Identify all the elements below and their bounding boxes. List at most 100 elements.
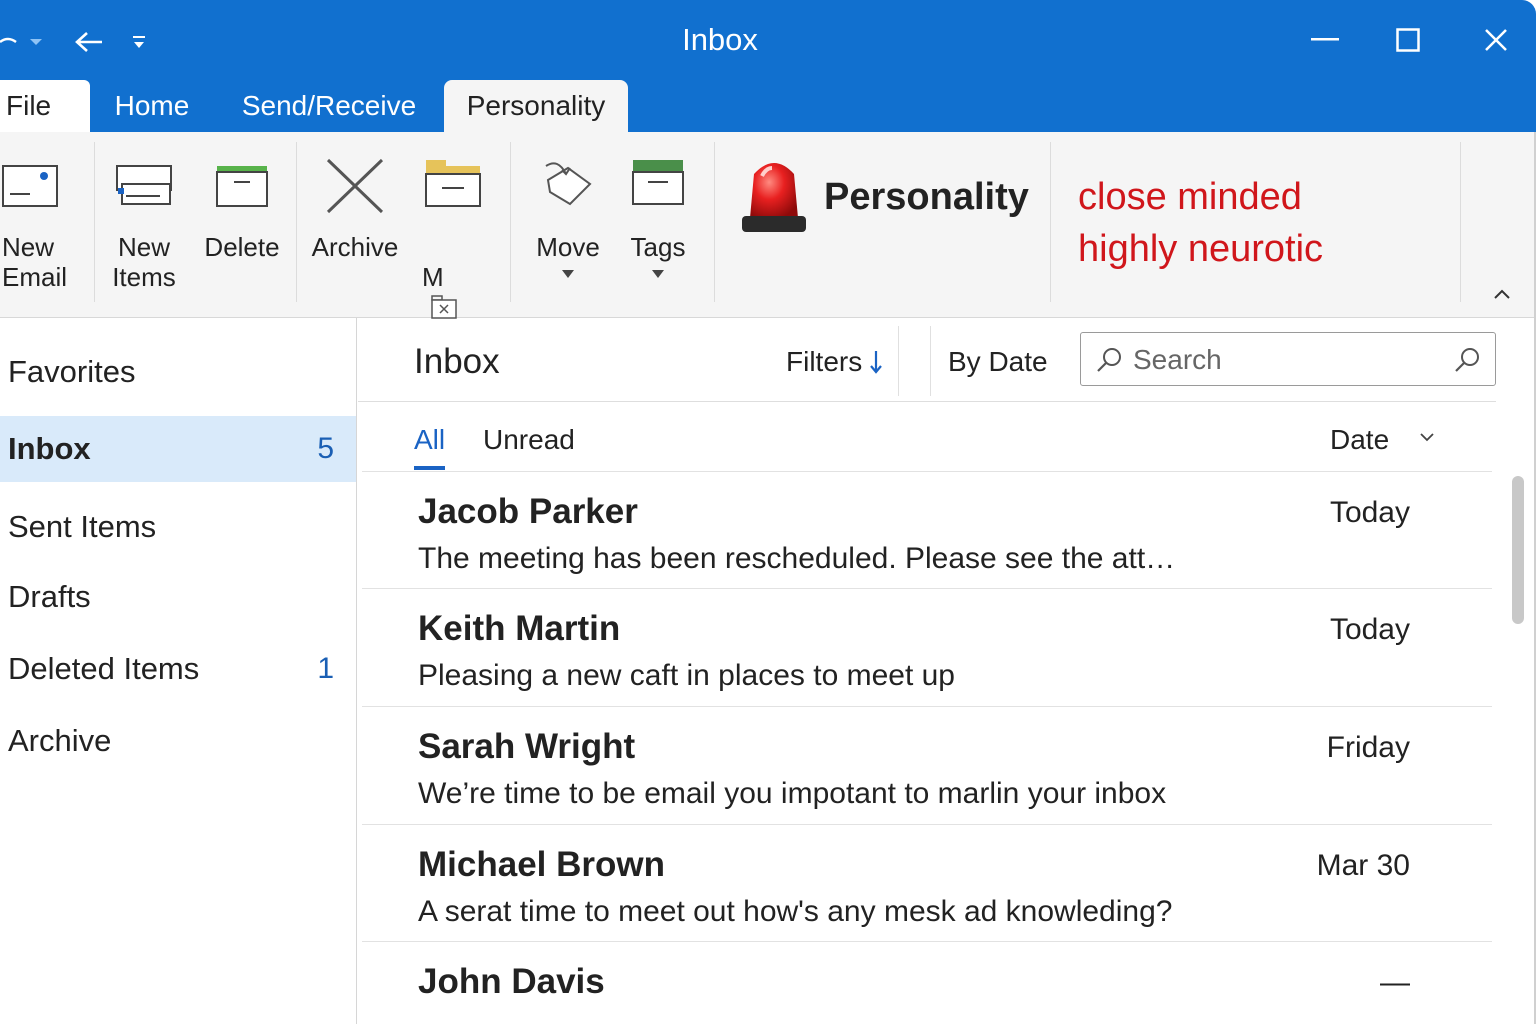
tags-label: Tags <box>630 232 686 262</box>
folder-label: Sent Items <box>8 509 157 544</box>
message-preview: Pleasing a new caft in places to meet up <box>418 659 955 692</box>
filter-tab-unread[interactable]: Unread <box>483 424 575 456</box>
archive-label: Archive <box>311 232 399 262</box>
maximize-icon[interactable] <box>1378 18 1438 62</box>
favorites-header[interactable]: Favorites <box>8 354 135 390</box>
message-sender: Jacob Parker <box>418 492 638 531</box>
tab-home[interactable]: Home <box>98 80 206 132</box>
undo-icon[interactable] <box>0 26 48 58</box>
scrollbar-thumb[interactable] <box>1512 476 1524 624</box>
filters-label: Filters <box>786 346 863 377</box>
chevron-down-icon <box>652 270 664 278</box>
message-date: Today <box>1329 496 1410 529</box>
ribbon-separator <box>1050 142 1051 302</box>
tab-personality[interactable]: Personality <box>444 80 628 132</box>
move-button[interactable]: Move <box>524 132 612 302</box>
customize-toolbar-icon[interactable] <box>124 26 154 58</box>
minimize-icon[interactable] <box>1295 18 1355 62</box>
message-row[interactable]: John Davis — <box>362 941 1492 1024</box>
chevron-down-icon[interactable] <box>1418 428 1436 446</box>
siren-icon[interactable] <box>740 156 808 236</box>
collapse-ribbon-icon[interactable] <box>1490 282 1514 306</box>
folder-label: Archive <box>8 723 112 758</box>
new-email-button[interactable]: New Email <box>0 132 68 302</box>
folder-archive[interactable]: Archive <box>0 708 356 774</box>
active-tab-indicator <box>414 466 445 470</box>
message-date: Today <box>1329 613 1410 646</box>
folder-sent-items[interactable]: Sent Items <box>0 494 356 560</box>
tags-icon <box>632 160 684 205</box>
unread-count: 5 <box>317 432 334 465</box>
message-row[interactable]: Keith Martin Pleasing a new caft in plac… <box>362 588 1492 705</box>
new-items-label: New Items <box>112 232 176 292</box>
message-preview: The meeting has been rescheduled. Please… <box>418 542 1176 575</box>
move-label: Move <box>536 232 600 262</box>
message-sender: Sarah Wright <box>418 727 636 766</box>
list-title: Inbox <box>414 342 500 381</box>
ribbon-separator <box>714 142 715 302</box>
message-date: Friday <box>1326 731 1410 764</box>
ribbon-separator <box>1460 142 1461 302</box>
move-to-folder-label: M <box>422 262 444 292</box>
tab-send-receive[interactable]: Send/Receive <box>230 80 428 132</box>
archive-icon <box>326 158 384 214</box>
divider <box>358 401 1496 402</box>
ribbon-separator <box>510 142 511 302</box>
new-items-icon <box>116 165 172 205</box>
ribbon-separator <box>94 142 95 302</box>
column-sort-date[interactable]: Date <box>1330 424 1389 456</box>
new-email-label: New Email <box>2 232 68 292</box>
message-preview: We’re time to be email you impotant to m… <box>418 777 1167 810</box>
message-row[interactable]: Jacob Parker The meeting has been resche… <box>362 471 1492 588</box>
header-separator <box>930 326 931 396</box>
move-icon <box>545 162 592 206</box>
message-date: — <box>1380 966 1410 999</box>
tags-button[interactable]: Tags <box>618 132 698 302</box>
delete-icon <box>216 166 268 207</box>
sort-by-date-button[interactable]: By Date <box>948 346 1048 378</box>
personality-trait: close minded <box>1078 176 1302 218</box>
back-arrow-icon[interactable] <box>66 26 112 58</box>
archive-button[interactable]: Archive <box>306 132 404 302</box>
quick-access-toolbar <box>0 26 154 58</box>
tab-file[interactable]: File <box>0 80 90 132</box>
folder-deleted-items[interactable]: Deleted Items 1 <box>0 636 356 702</box>
move-to-folder-button[interactable]: M <box>412 132 492 319</box>
message-sender: Keith Martin <box>418 609 621 648</box>
message-date: Mar 30 <box>1316 849 1410 882</box>
message-sender: John Davis <box>418 962 605 1001</box>
folder-inbox[interactable]: Inbox 5 <box>0 416 356 482</box>
message-sender: Michael Brown <box>418 845 665 884</box>
folder-small-icon <box>431 295 457 319</box>
ribbon: New Email New Items Delete Archive M Mov… <box>0 132 1536 319</box>
folder-label: Drafts <box>8 579 91 614</box>
window-title: Inbox <box>682 22 758 57</box>
search-icon <box>1097 348 1121 372</box>
new-items-button[interactable]: New Items <box>104 132 184 302</box>
folder-label: Deleted Items <box>8 651 200 686</box>
search-input[interactable] <box>1133 341 1433 379</box>
ribbon-separator <box>296 142 297 302</box>
move-to-folder-icon <box>425 160 481 207</box>
sort-down-arrow-icon <box>870 351 883 374</box>
message-row[interactable]: Sarah Wright We’re time to be email you … <box>362 706 1492 823</box>
close-icon[interactable] <box>1466 18 1526 62</box>
search-icon[interactable] <box>1453 346 1481 374</box>
delete-button[interactable]: Delete <box>200 132 284 302</box>
filters-button[interactable]: Filters <box>786 346 884 378</box>
message-row[interactable]: Michael Brown A serat time to meet out h… <box>362 824 1492 941</box>
title-bar: Inbox File Home Send/Receive Personality <box>0 0 1536 132</box>
chevron-down-icon <box>562 270 574 278</box>
personality-label: Personality <box>824 176 1029 218</box>
message-preview: A serat time to meet out how's any mesk … <box>418 895 1173 928</box>
folder-label: Inbox <box>8 431 91 466</box>
search-box[interactable] <box>1080 332 1496 386</box>
filter-tab-all[interactable]: All <box>414 424 445 456</box>
header-separator <box>898 326 899 396</box>
unread-count: 1 <box>317 652 334 685</box>
folder-drafts[interactable]: Drafts <box>0 564 356 630</box>
folder-pane: Favorites Inbox 5 Sent Items Drafts Dele… <box>0 318 357 1024</box>
delete-label: Delete <box>204 232 280 262</box>
new-email-icon <box>2 165 58 207</box>
personality-trait: highly neurotic <box>1078 228 1324 270</box>
